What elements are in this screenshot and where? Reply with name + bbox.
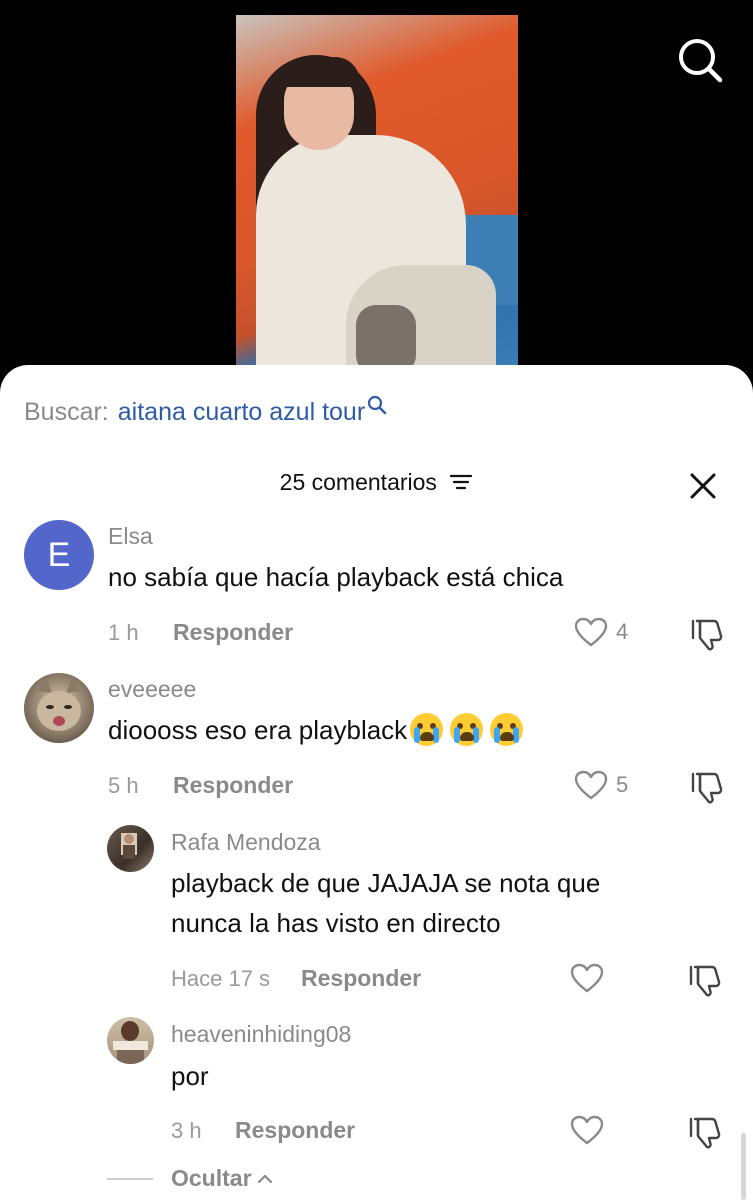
reply-text: por bbox=[171, 1061, 209, 1091]
heart-icon bbox=[570, 963, 604, 993]
search-prefix: Buscar: bbox=[24, 397, 109, 426]
like-count: 5 bbox=[616, 772, 629, 797]
comment-username[interactable]: Elsa bbox=[108, 523, 153, 550]
comments-count: 25 comentarios bbox=[279, 469, 437, 495]
profile-photo bbox=[113, 1021, 148, 1064]
video-area[interactable] bbox=[0, 0, 753, 400]
profile-photo bbox=[121, 833, 137, 859]
search-suggestion[interactable]: Buscar: aitana cuarto azul tour bbox=[24, 395, 387, 427]
chevron-up-icon bbox=[257, 1174, 272, 1183]
comment-text: no sabía que hacía playback está chica bbox=[108, 562, 564, 592]
reply-button[interactable]: Responder bbox=[173, 772, 293, 799]
scrollbar[interactable] bbox=[741, 1133, 746, 1200]
avatar[interactable] bbox=[24, 673, 94, 743]
reply-time: 3 h bbox=[171, 1118, 202, 1143]
reply-time: Hace 17 s bbox=[171, 966, 271, 991]
cat-photo bbox=[37, 677, 81, 731]
performer-bangs bbox=[280, 57, 360, 87]
crying-face-emoji bbox=[490, 712, 524, 746]
hide-replies-label: Ocultar bbox=[171, 1165, 252, 1191]
filter-icon[interactable] bbox=[449, 473, 473, 491]
avatar[interactable] bbox=[107, 825, 154, 872]
video-thumbnail[interactable] bbox=[236, 15, 518, 375]
reply-username[interactable]: heaveninhiding08 bbox=[171, 1021, 351, 1048]
avatar[interactable] bbox=[107, 1017, 154, 1064]
like-button[interactable]: 5 bbox=[574, 770, 628, 800]
avatar-letter: E bbox=[47, 535, 71, 574]
heart-icon bbox=[570, 1115, 604, 1145]
avatar[interactable]: E bbox=[24, 520, 94, 590]
comments-count-header[interactable]: 25 comentarios bbox=[0, 469, 753, 496]
comment-text-body: dioooss eso era playblack bbox=[108, 715, 408, 745]
comment-text: dioooss eso era playblack bbox=[108, 711, 524, 749]
dislike-icon[interactable] bbox=[690, 770, 724, 804]
crying-face-emoji bbox=[450, 712, 484, 746]
search-small-icon bbox=[368, 395, 387, 415]
comments-sheet: Buscar: aitana cuarto azul tour 25 comen… bbox=[0, 365, 753, 1200]
like-button[interactable] bbox=[570, 963, 604, 993]
search-term-link[interactable]: aitana cuarto azul tour bbox=[118, 398, 365, 427]
like-button[interactable]: 4 bbox=[574, 617, 628, 647]
reply-username[interactable]: Rafa Mendoza bbox=[171, 829, 321, 856]
like-button[interactable] bbox=[570, 1115, 604, 1145]
crying-face-emoji bbox=[410, 712, 444, 746]
reply-button[interactable]: Responder bbox=[301, 965, 421, 992]
divider bbox=[107, 1177, 153, 1180]
hide-replies-button[interactable]: Ocultar bbox=[107, 1165, 274, 1192]
dislike-icon[interactable] bbox=[690, 617, 724, 651]
search-icon[interactable] bbox=[676, 36, 724, 84]
dislike-icon[interactable] bbox=[688, 1115, 722, 1149]
heart-icon bbox=[574, 770, 608, 800]
comment-time: 1 h bbox=[108, 620, 139, 645]
comment-username[interactable]: eveeeee bbox=[108, 676, 196, 703]
reply-text-line2: nunca la has visto en directo bbox=[171, 908, 501, 938]
heart-icon bbox=[574, 617, 608, 647]
close-icon[interactable] bbox=[688, 471, 718, 501]
reply-button[interactable]: Responder bbox=[235, 1117, 355, 1144]
dislike-icon[interactable] bbox=[688, 963, 722, 997]
comment-time: 5 h bbox=[108, 773, 139, 798]
like-count: 4 bbox=[616, 619, 629, 644]
reply-button[interactable]: Responder bbox=[173, 619, 293, 646]
reply-text-line1: playback de que JAJAJA se nota que bbox=[171, 868, 601, 898]
